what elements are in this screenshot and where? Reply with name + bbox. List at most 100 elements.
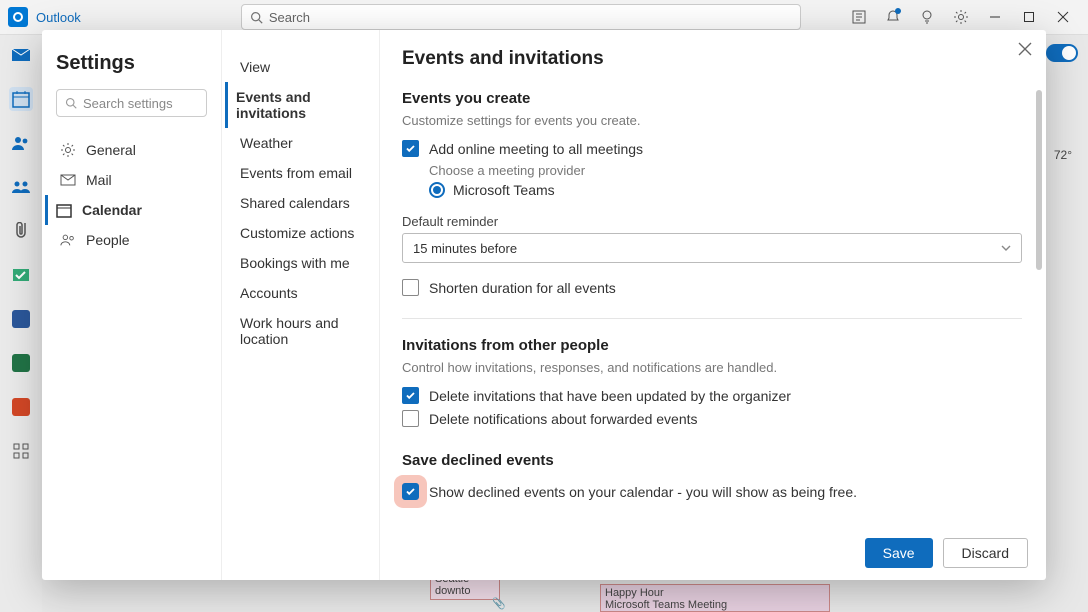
mail-icon xyxy=(60,172,76,188)
search-icon xyxy=(250,11,263,24)
powerpoint-rail-icon[interactable] xyxy=(9,395,33,419)
app-name: Outlook xyxy=(36,10,81,25)
event-sub: Microsoft Teams Meeting xyxy=(605,599,825,611)
chevron-down-icon xyxy=(1001,245,1011,251)
nav2-label: View xyxy=(240,59,270,75)
nav-calendar[interactable]: Calendar xyxy=(45,195,207,225)
people-rail-icon[interactable] xyxy=(9,131,33,155)
nav2-events-email[interactable]: Events from email xyxy=(236,158,379,188)
settings-title: Settings xyxy=(56,52,207,75)
todo-rail-icon[interactable] xyxy=(9,263,33,287)
nav-label: General xyxy=(86,142,136,158)
calendar-event-happyhour[interactable]: Happy Hour Microsoft Teams Meeting xyxy=(600,584,830,612)
checkbox-label: Delete invitations that have been update… xyxy=(429,388,791,404)
calendar-icon xyxy=(56,202,72,218)
nav-people[interactable]: People xyxy=(56,225,207,255)
default-reminder-select[interactable]: 15 minutes before xyxy=(402,233,1022,263)
default-reminder-label: Default reminder xyxy=(402,214,1024,229)
nav2-label: Weather xyxy=(240,135,293,151)
section-declined-heading: Save declined events xyxy=(402,452,1024,469)
checkbox-shorten-duration[interactable] xyxy=(402,279,419,296)
nav2-label: Events and invitations xyxy=(236,89,311,121)
panel-title: Events and invitations xyxy=(402,48,1024,70)
nav2-accounts[interactable]: Accounts xyxy=(236,278,379,308)
check-icon xyxy=(405,143,416,154)
section-events-create-sub: Customize settings for events you create… xyxy=(402,113,1024,128)
nav2-label: Accounts xyxy=(240,285,298,301)
search-placeholder: Search xyxy=(269,10,310,25)
checkbox-label: Add online meeting to all meetings xyxy=(429,141,643,157)
nav2-bookings[interactable]: Bookings with me xyxy=(236,248,379,278)
notification-icon[interactable] xyxy=(876,0,910,34)
radio-microsoft-teams[interactable] xyxy=(429,182,445,198)
nav2-shared-calendars[interactable]: Shared calendars xyxy=(236,188,379,218)
section-invitations-heading: Invitations from other people xyxy=(402,337,1024,354)
close-window-button[interactable] xyxy=(1046,0,1080,34)
check-icon xyxy=(405,486,416,497)
search-input[interactable]: Search xyxy=(241,4,801,30)
nav-label: Calendar xyxy=(82,202,142,218)
radio-label: Microsoft Teams xyxy=(453,182,555,198)
checkbox-show-declined[interactable] xyxy=(402,483,419,500)
discard-button[interactable]: Discard xyxy=(943,538,1028,568)
notes-icon[interactable] xyxy=(842,0,876,34)
select-value: 15 minutes before xyxy=(413,241,517,256)
nav2-label: Events from email xyxy=(240,165,352,181)
choose-provider-label: Choose a meeting provider xyxy=(429,163,1024,178)
temperature-badge: 72° xyxy=(1054,148,1072,162)
nav2-label: Bookings with me xyxy=(240,255,350,271)
nav2-customize-actions[interactable]: Customize actions xyxy=(236,218,379,248)
gear-icon xyxy=(60,142,76,158)
nav2-work-hours[interactable]: Work hours and location xyxy=(236,308,379,354)
scrollbar[interactable] xyxy=(1036,90,1042,270)
section-events-create-heading: Events you create xyxy=(402,90,1024,107)
attachment-icon: 📎 xyxy=(492,597,506,610)
nav2-label: Shared calendars xyxy=(240,195,350,211)
nav2-label: Work hours and location xyxy=(240,315,339,347)
checkbox-label: Delete notifications about forwarded eve… xyxy=(429,411,698,427)
nav-general[interactable]: General xyxy=(56,135,207,165)
word-rail-icon[interactable] xyxy=(9,307,33,331)
more-apps-rail-icon[interactable] xyxy=(9,439,33,463)
tips-icon[interactable] xyxy=(910,0,944,34)
maximize-button[interactable] xyxy=(1012,0,1046,34)
section-invitations-sub: Control how invitations, responses, and … xyxy=(402,360,1024,375)
button-label: Save xyxy=(883,545,915,561)
groups-rail-icon[interactable] xyxy=(9,175,33,199)
settings-search-placeholder: Search settings xyxy=(83,96,173,111)
nav2-label: Customize actions xyxy=(240,225,354,241)
save-button[interactable]: Save xyxy=(865,538,933,568)
minimize-button[interactable] xyxy=(978,0,1012,34)
settings-nav-secondary: View Events and invitations Weather Even… xyxy=(222,30,380,580)
toggle-switch[interactable] xyxy=(1046,44,1078,62)
checkbox-label: Show declined events on your calendar - … xyxy=(429,484,857,500)
nav2-events-invitations[interactable]: Events and invitations xyxy=(225,82,379,128)
settings-nav-primary: Settings Search settings General Mail Ca… xyxy=(42,30,222,580)
settings-panel: Events and invitations Events you create… xyxy=(380,30,1046,580)
checkbox-delete-forwarded[interactable] xyxy=(402,410,419,427)
checkbox-label: Shorten duration for all events xyxy=(429,280,616,296)
app-rail xyxy=(0,35,42,612)
checkbox-delete-updated[interactable] xyxy=(402,387,419,404)
calendar-rail-icon[interactable] xyxy=(9,87,33,111)
nav-mail[interactable]: Mail xyxy=(56,165,207,195)
panel-footer: Save Discard xyxy=(865,538,1028,568)
files-rail-icon[interactable] xyxy=(9,219,33,243)
mail-rail-icon[interactable] xyxy=(9,43,33,67)
people-icon xyxy=(60,232,76,248)
checkbox-add-online-meeting[interactable] xyxy=(402,140,419,157)
excel-rail-icon[interactable] xyxy=(9,351,33,375)
check-icon xyxy=(405,390,416,401)
nav-label: Mail xyxy=(86,172,112,188)
nav-label: People xyxy=(86,232,130,248)
outlook-logo xyxy=(8,7,28,27)
divider xyxy=(402,318,1022,319)
nav2-view[interactable]: View xyxy=(236,52,379,82)
event-title: Happy Hour xyxy=(605,587,825,599)
settings-modal: Settings Search settings General Mail Ca… xyxy=(42,30,1046,580)
search-icon xyxy=(65,97,77,109)
settings-gear-icon[interactable] xyxy=(944,0,978,34)
button-label: Discard xyxy=(962,545,1009,561)
nav2-weather[interactable]: Weather xyxy=(236,128,379,158)
settings-search-input[interactable]: Search settings xyxy=(56,89,207,117)
